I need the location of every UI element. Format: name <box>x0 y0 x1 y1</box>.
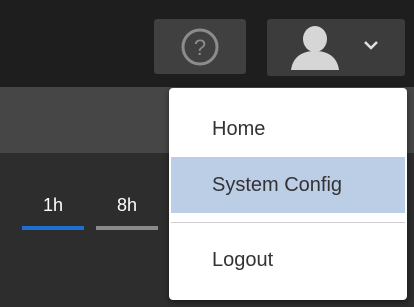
question-circle-icon: ? <box>181 28 219 65</box>
active-tab-underline <box>22 226 84 230</box>
user-dropdown-menu: Home System Config Logout <box>169 88 407 300</box>
tab-underline <box>96 226 158 230</box>
time-range-tab-1h[interactable]: 1h <box>22 190 84 230</box>
menu-item-logout[interactable]: Logout <box>171 232 405 288</box>
user-silhouette-icon <box>291 26 339 70</box>
time-range-tab-8h[interactable]: 8h <box>96 190 158 230</box>
menu-divider <box>171 222 405 223</box>
menu-item-system-config[interactable]: System Config <box>171 157 405 213</box>
svg-text:?: ? <box>194 35 206 60</box>
top-bar: ? <box>0 0 414 87</box>
time-range-tab-label: 8h <box>116 195 138 215</box>
chevron-down-icon <box>364 41 378 50</box>
help-button[interactable]: ? <box>154 19 246 74</box>
menu-item-home[interactable]: Home <box>171 101 405 157</box>
time-range-tab-label: 1h <box>42 195 64 215</box>
user-menu-button[interactable] <box>267 19 405 76</box>
